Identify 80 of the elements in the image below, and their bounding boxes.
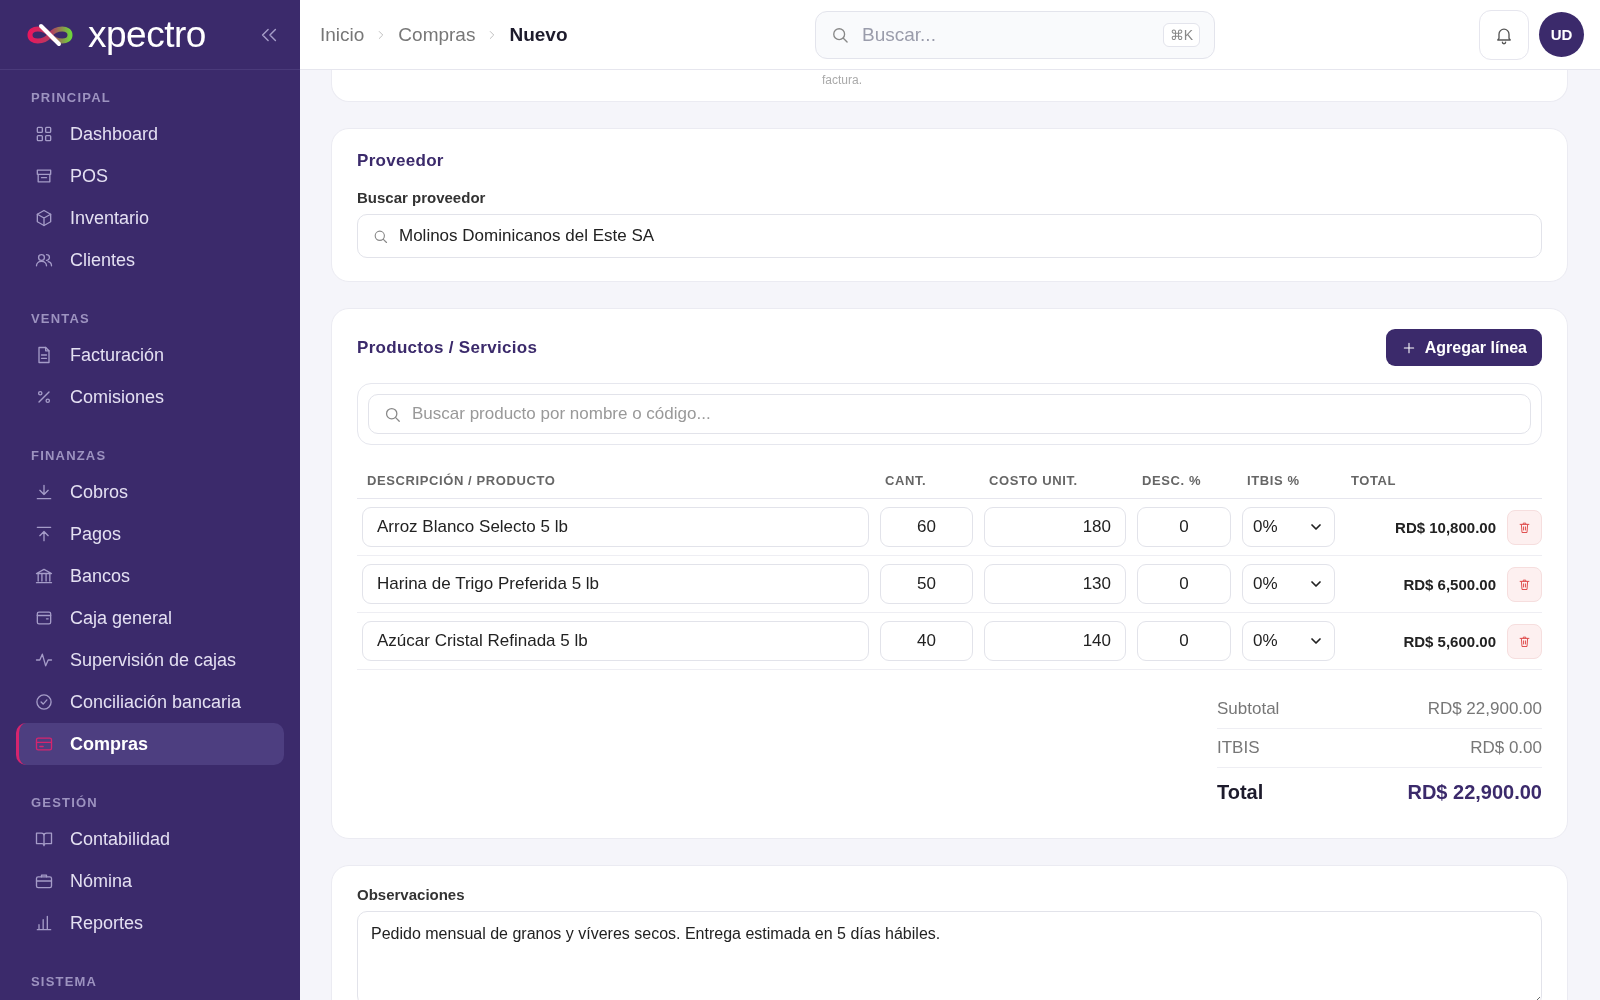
section-title: Productos / Servicios [357,337,538,358]
bar-chart-icon [34,913,54,933]
sidebar-item[interactable]: Comisiones [16,376,284,418]
sidebar-item[interactable]: Contabilidad [16,818,284,860]
line-total: RD$ 5,600.00 [1402,632,1496,650]
upload-icon [34,524,54,544]
sidebar-item[interactable]: Caja general [16,597,284,639]
column-header: DESC. % [1142,472,1203,490]
sidebar-item[interactable]: Dashboard [16,113,284,155]
line-total: RD$ 10,800.00 [1394,518,1496,536]
download-icon [34,482,54,502]
section-title: VENTAS [30,310,91,328]
tax-select[interactable]: 0% [1242,507,1335,547]
summary-value: RD$ 22,900.00 [1427,699,1542,719]
box-icon [34,208,54,228]
supplier-search-field[interactable]: Molinos Dominicanos del Este SA [357,214,1542,258]
summary-label: Subtotal [1217,699,1280,719]
line-total: RD$ 6,500.00 [1402,575,1496,593]
sidebar-item[interactable]: Facturación [16,334,284,376]
summary-label: Total [1217,780,1264,804]
trash-icon [1517,633,1532,649]
search-field[interactable]: Buscar... ⌘K [815,10,1215,59]
logo-text: xpectro [88,13,206,56]
column-header: CANT. [885,472,928,490]
column-header: TOTAL [1351,472,1398,490]
trash-icon [1517,576,1532,592]
add-line-button[interactable]: Agregar línea [1385,329,1542,366]
sidebar-item[interactable]: Nómina [16,860,284,902]
sidebar-item[interactable]: Compras [16,723,284,765]
breadcrumb-current: Nuevo [509,23,568,46]
unit-cost-field[interactable]: 180 [984,507,1126,547]
sidebar-item[interactable]: Supervisión de cajas [16,639,284,681]
section-title: GESTIÓN [30,794,99,812]
notification-button[interactable] [1479,9,1529,60]
summary-value: RD$ 22,900.00 [1407,780,1542,804]
tax-select[interactable]: 0% [1242,621,1335,661]
quantity-field[interactable]: 60 [880,507,973,547]
sidebar-item[interactable]: Pagos [16,513,284,555]
user-avatar[interactable]: UD [1539,12,1584,57]
summary-label: ITBIS [1217,738,1260,758]
discount-field[interactable]: 0 [1137,564,1231,604]
quantity-field[interactable]: 50 [880,564,973,604]
quantity-field[interactable]: 40 [880,621,973,661]
sidebar-item[interactable]: Reportes [16,902,284,944]
breadcrumb-link[interactable]: Inicio [320,23,365,46]
notes-field[interactable]: Pedido mensual de granos y víveres secos. Entrega estimada en 5 días hábiles. [357,911,1542,1000]
column-header: DESCRIPCIÓN / PRODUCTO [367,472,557,490]
sidebar-item[interactable]: Clientes [16,239,284,281]
description-field[interactable]: Harina de Trigo Preferida 5 lb [362,564,869,604]
unit-cost-field[interactable]: 130 [984,564,1126,604]
column-header: COSTO UNIT. [989,472,1079,490]
field-label: Buscar proveedor [357,189,487,206]
section-title: FINANZAS [30,447,108,465]
grid-icon [34,124,54,144]
sidebar-item[interactable]: Inventario [16,197,284,239]
bank-icon [34,566,54,586]
check-circle-icon [34,692,54,712]
discount-field[interactable]: 0 [1137,621,1231,661]
delete-button[interactable] [1507,623,1542,659]
sidebar-item[interactable]: POS [16,155,284,197]
summary-value: RD$ 0.00 [1470,738,1542,758]
discount-field[interactable]: 0 [1137,507,1231,547]
delete-button[interactable] [1507,509,1542,545]
section-title: SISTEMA [30,973,99,991]
sidebar-item[interactable]: Cobros [16,471,284,513]
field-label: Observaciones [357,886,466,903]
helper-text: factura. [822,73,863,87]
tax-select[interactable]: 0% [1242,564,1335,604]
section-title: PRINCIPAL [30,89,112,107]
column-header: ITBIS % [1247,472,1301,490]
unit-cost-field[interactable]: 140 [984,621,1126,661]
delete-button[interactable] [1507,566,1542,602]
sidebar-item[interactable]: Conciliación bancaria [16,681,284,723]
trash-icon [1517,519,1532,535]
description-field[interactable]: Azúcar Cristal Refinada 5 lb [362,621,869,661]
breadcrumb-link[interactable]: Compras [398,23,476,46]
section-title: Proveedor [357,151,445,171]
description-field[interactable]: Arroz Blanco Selecto 5 lb [362,507,869,547]
shortcut-hint: ⌘K [1162,22,1200,47]
sidebar-item[interactable]: Bancos [16,555,284,597]
